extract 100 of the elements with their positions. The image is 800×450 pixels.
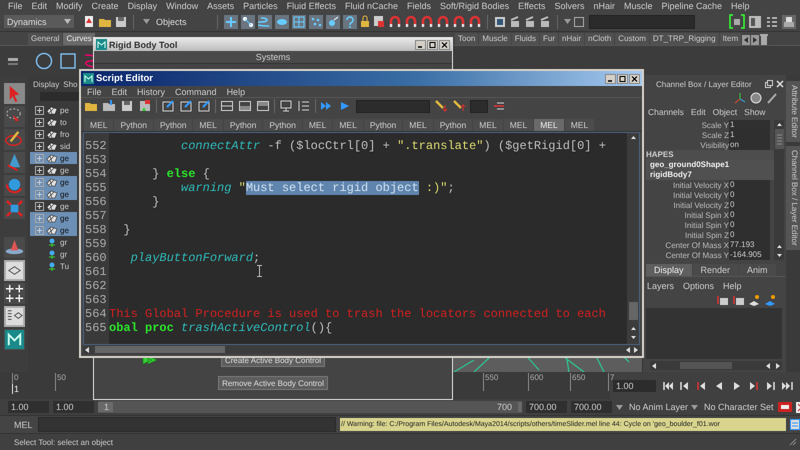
joint-icon[interactable] — [241, 14, 255, 28]
command-input[interactable] — [38, 417, 336, 432]
script-tab[interactable]: MEL — [504, 119, 534, 131]
menu-item[interactable]: Command — [175, 86, 217, 96]
magnet-icon[interactable] — [404, 15, 417, 28]
expand-icon[interactable] — [35, 202, 44, 210]
new-layer-icon[interactable] — [764, 294, 776, 306]
menu-item[interactable]: History — [137, 86, 166, 96]
stack-icon[interactable] — [782, 14, 796, 28]
outliner-item[interactable]: pe — [30, 104, 77, 116]
scale-cube-icon[interactable] — [4, 198, 24, 219]
shelf-tab[interactable]: nCloth — [585, 33, 614, 45]
shelf-tab[interactable]: Muscle — [479, 33, 511, 45]
input-mode-icon[interactable] — [574, 16, 584, 26]
magnet-icon[interactable] — [420, 15, 433, 28]
playback-start-field[interactable]: 1.00 — [53, 401, 94, 413]
minimize-icon[interactable] — [605, 74, 616, 84]
anim-layer-dropdown[interactable]: No Anim Layer — [627, 402, 687, 412]
script-tab[interactable]: Python — [114, 119, 153, 131]
numbered-list-icon[interactable] — [297, 99, 311, 113]
script-tab[interactable]: MEL — [333, 119, 363, 131]
shelf-tab[interactable]: nHair — [559, 33, 584, 45]
expand-icon[interactable] — [35, 142, 44, 150]
menu-item[interactable]: Create — [92, 1, 119, 11]
scrollbar[interactable] — [83, 345, 640, 354]
layer-tab[interactable]: Anim — [739, 264, 776, 276]
menu-item[interactable]: Fluid Effects — [286, 1, 336, 11]
bottom-pane-icon[interactable] — [238, 99, 252, 113]
shelf-tab[interactable]: Item — [720, 33, 742, 45]
step-forward-icon[interactable] — [764, 380, 776, 392]
curve-icon[interactable] — [258, 14, 272, 28]
menu-item[interactable]: Edit — [690, 107, 706, 117]
menu-item[interactable]: Sho — [63, 80, 78, 89]
circle-icon[interactable] — [35, 52, 53, 70]
clapperboard-icon[interactable] — [524, 16, 536, 28]
section-header[interactable]: Systems — [94, 51, 452, 64]
circle-icon[interactable] — [750, 92, 762, 104]
shelf-tab[interactable]: Toon — [455, 33, 478, 45]
outliner-item[interactable]: gr — [30, 248, 77, 260]
attribute-field[interactable]: -164.905 — [729, 250, 770, 260]
layout-icon[interactable] — [4, 260, 24, 281]
script-tab[interactable]: MEL — [564, 119, 594, 131]
script-tab[interactable]: MEL — [302, 119, 332, 131]
top-pane-icon[interactable] — [256, 99, 270, 113]
shelf-tab[interactable]: Curves — [63, 33, 95, 45]
left-arrow-icon[interactable] — [764, 362, 772, 370]
clear-history-icon[interactable] — [161, 99, 175, 113]
character-set-dropdown[interactable]: No Character Set — [702, 402, 774, 412]
caret-icon[interactable] — [691, 404, 698, 410]
scroll-thumb[interactable] — [680, 362, 732, 369]
scrollbar[interactable] — [627, 133, 639, 344]
range-start-handle[interactable]: 1 — [98, 402, 114, 412]
current-time-field[interactable]: 1.00 — [613, 380, 656, 392]
outliner-item[interactable]: ge — [30, 224, 77, 236]
left-arrow-icon[interactable] — [624, 346, 632, 354]
shelf-tab[interactable]: Fluids — [512, 33, 540, 45]
end-time-field[interactable]: 700.00 — [571, 401, 612, 413]
scroll-thumb[interactable] — [628, 302, 638, 320]
left-arrow-icon[interactable] — [742, 35, 750, 45]
surface-icon[interactable] — [275, 14, 289, 28]
playback-end-field[interactable]: 700.00 — [526, 401, 567, 413]
step-back-key-icon[interactable] — [696, 380, 708, 392]
layer-down-icon[interactable] — [732, 294, 744, 306]
menu-item[interactable]: File — [8, 1, 23, 11]
menu-set-dropdown[interactable]: Dynamics — [4, 15, 74, 28]
outliner-layout-icon[interactable] — [4, 306, 24, 327]
side-tab[interactable]: Channel Box / Layer Editor — [786, 146, 800, 250]
shelf-tab[interactable]: DT_TRP_Rigging — [650, 33, 719, 45]
node-name[interactable]: rigidBody7 — [646, 170, 774, 180]
menu-item[interactable]: Muscle — [624, 1, 652, 11]
text-field[interactable] — [470, 100, 488, 112]
script-tab[interactable]: MEL — [473, 119, 503, 131]
script-tab[interactable]: Python — [154, 119, 192, 131]
outliner-item[interactable]: ge — [30, 164, 77, 176]
menu-item[interactable]: Help — [731, 1, 750, 11]
menu-item[interactable]: Assets — [207, 1, 234, 11]
attribute-field[interactable]: on — [729, 140, 770, 150]
folder-icon[interactable] — [102, 99, 116, 113]
scrollbar[interactable] — [650, 361, 782, 370]
start-time-field[interactable]: 1.00 — [8, 401, 49, 413]
attribute-field[interactable]: 1 — [729, 130, 770, 140]
menu-item[interactable]: Help — [723, 281, 742, 291]
pencil-icon[interactable] — [766, 92, 778, 104]
history-icon[interactable] — [373, 15, 385, 28]
menu-item[interactable]: nHair — [593, 1, 615, 11]
menu-item[interactable]: Layers — [647, 281, 674, 291]
attribute-field[interactable]: 0 — [729, 220, 770, 230]
close-icon[interactable] — [629, 74, 640, 84]
particles-icon[interactable] — [309, 14, 323, 28]
clear-all-icon[interactable] — [197, 99, 211, 113]
expand-icon[interactable] — [35, 118, 44, 126]
outliner-item[interactable]: to — [30, 116, 77, 128]
outliner-item[interactable]: ge — [30, 188, 77, 200]
close-icon[interactable] — [439, 40, 450, 50]
clapperboard-icon[interactable] — [509, 16, 521, 28]
square-icon[interactable] — [59, 52, 77, 70]
caret-icon[interactable] — [616, 404, 623, 410]
menu-item[interactable]: Effects — [518, 1, 546, 11]
layer-up-icon[interactable] — [716, 294, 728, 306]
right-arrow-icon[interactable] — [632, 346, 640, 354]
